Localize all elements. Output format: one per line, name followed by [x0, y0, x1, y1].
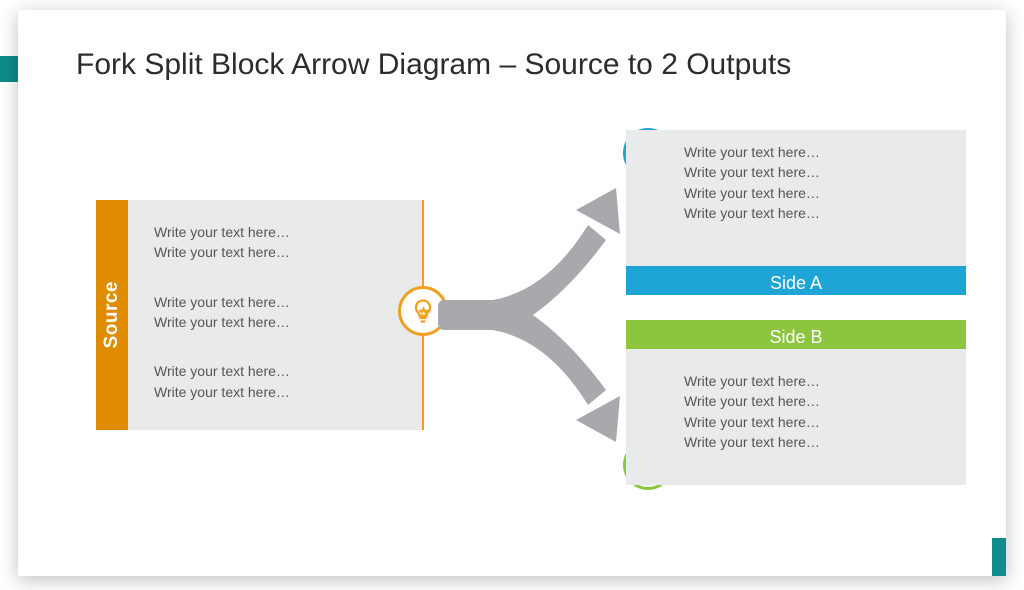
output-a-text-line: Write your text here…	[684, 203, 952, 223]
output-a-label: Side A	[626, 261, 966, 295]
output-b-card: Side B Write your text here… Write your …	[626, 320, 966, 485]
output-b-body: Write your text here… Write your text he…	[626, 359, 966, 485]
output-b-text-line: Write your text here…	[684, 432, 952, 452]
output-a-body: Write your text here… Write your text he…	[626, 130, 966, 256]
source-label: Source	[101, 281, 123, 348]
fork-arrow	[438, 170, 658, 460]
source-text-line: Write your text here…	[154, 292, 402, 312]
slide-corner-accent	[992, 538, 1006, 576]
slide-canvas: Fork Split Block Arrow Diagram – Source …	[18, 10, 1006, 576]
output-a-text-line: Write your text here…	[684, 162, 952, 182]
output-b-label: Side B	[626, 320, 966, 354]
output-a-card: Write your text here… Write your text he…	[626, 130, 966, 295]
output-b-text-line: Write your text here…	[684, 391, 952, 411]
source-block: Source Write your text here… Write your …	[96, 200, 424, 430]
source-text-line: Write your text here…	[154, 361, 402, 381]
source-text-line: Write your text here…	[154, 382, 402, 402]
slide-title: Fork Split Block Arrow Diagram – Source …	[18, 30, 1006, 82]
output-a-text-line: Write your text here…	[684, 142, 952, 162]
source-text-line: Write your text here…	[154, 222, 402, 242]
slide-left-accent	[0, 56, 18, 82]
lightbulb-icon	[409, 297, 437, 325]
source-text-line: Write your text here…	[154, 312, 402, 332]
output-a-text-line: Write your text here…	[684, 183, 952, 203]
source-text-line: Write your text here…	[154, 242, 402, 262]
output-b-text-line: Write your text here…	[684, 412, 952, 432]
source-body: Write your text here… Write your text he…	[128, 200, 424, 430]
source-label-bar: Source	[96, 200, 128, 430]
output-b-text-line: Write your text here…	[684, 371, 952, 391]
